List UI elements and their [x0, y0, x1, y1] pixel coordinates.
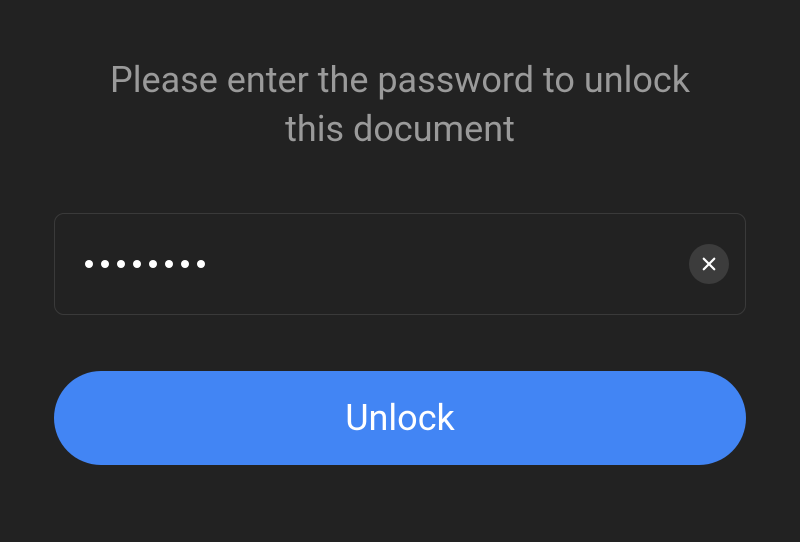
clear-input-button[interactable] [689, 244, 729, 284]
password-dot [149, 260, 157, 268]
password-dot [101, 260, 109, 268]
password-input-wrapper[interactable] [54, 213, 746, 315]
password-dot [181, 260, 189, 268]
unlock-button[interactable]: Unlock [54, 371, 746, 465]
close-icon [700, 255, 718, 273]
password-dot [197, 260, 205, 268]
password-dot [117, 260, 125, 268]
password-prompt: Please enter the password to unlock this… [80, 56, 720, 153]
password-dot [85, 260, 93, 268]
password-dot [165, 260, 173, 268]
password-input[interactable] [85, 260, 689, 268]
password-dot [133, 260, 141, 268]
